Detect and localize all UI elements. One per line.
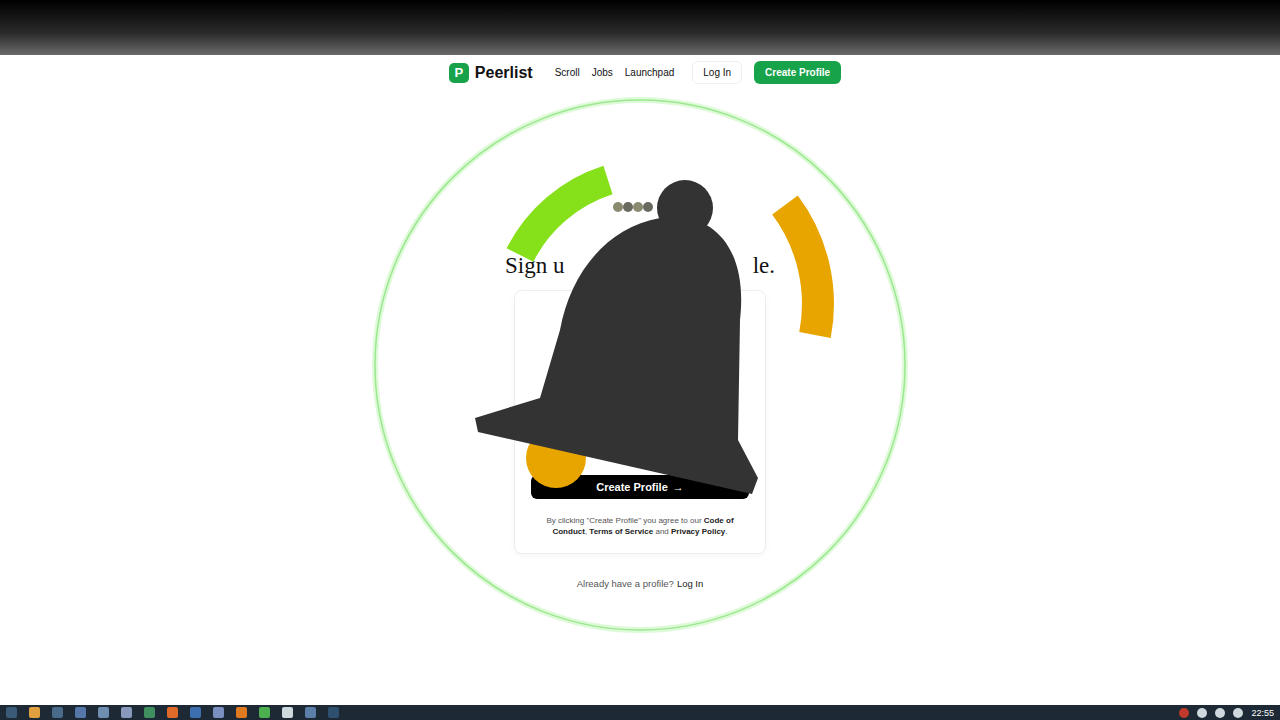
app-icon[interactable] [121, 707, 132, 718]
signup-card: Create Profile→ By clicking "Create Profi… [514, 290, 766, 554]
card-form-area [531, 307, 749, 475]
taskbar: 22:55 [0, 705, 1280, 720]
create-profile-submit[interactable]: Create Profile→ [531, 475, 749, 499]
terms-link[interactable]: Terms of Service [589, 527, 653, 536]
app-icon[interactable] [328, 707, 339, 718]
app-icon[interactable] [236, 707, 247, 718]
signup-page: P Peerlist Scroll Jobs Launchpad Log In Create… [0, 55, 1280, 705]
app-icon[interactable] [190, 707, 201, 718]
app-icon[interactable] [259, 707, 270, 718]
app-icon[interactable] [75, 707, 86, 718]
heading-end: le. [753, 252, 775, 280]
app-icon[interactable] [98, 707, 109, 718]
nav-link[interactable]: Jobs [592, 67, 613, 78]
app-icon[interactable] [305, 707, 316, 718]
app-icon[interactable] [213, 707, 224, 718]
nav-link[interactable]: Scroll [555, 67, 580, 78]
app-icon[interactable] [282, 707, 293, 718]
terms-segment: , [585, 527, 589, 536]
arrow-icon: → [673, 481, 684, 493]
nav-link[interactable]: Launchpad [625, 67, 675, 78]
terms-link[interactable]: Privacy Policy [671, 527, 725, 536]
ring-glow [375, 100, 905, 630]
logo-mark: P [449, 63, 469, 83]
terms-segment: and [653, 527, 671, 536]
app-icon[interactable] [144, 707, 155, 718]
screen: P Peerlist Scroll Jobs Launchpad Log In Create… [0, 0, 1280, 720]
app-icon[interactable] [6, 707, 17, 718]
terms-text: By clicking "Create Profile" you agree t… [531, 515, 749, 537]
terms-segment: By clicking "Create Profile" you agree t… [546, 516, 703, 525]
login-button[interactable]: Log In [692, 61, 742, 84]
signup-heading: Sign u le. [505, 252, 775, 280]
tray-icon[interactable] [1215, 708, 1225, 718]
app-icon[interactable] [167, 707, 178, 718]
app-icon[interactable] [52, 707, 63, 718]
app-icon[interactable] [29, 707, 40, 718]
notification-bell-overlay [0, 0, 1280, 720]
bell-icon [475, 180, 758, 494]
brand-logo[interactable]: P Peerlist [449, 63, 533, 83]
video-top-bar [0, 0, 1280, 55]
tray-icon[interactable] [1233, 708, 1243, 718]
login-link[interactable]: Log In [677, 578, 703, 589]
tray-icon[interactable] [1179, 708, 1189, 718]
tray-icon[interactable] [1197, 708, 1207, 718]
taskbar-clock: 22:55 [1251, 708, 1274, 718]
login-prompt: Already have a profile?Log In [577, 578, 704, 589]
heading-start: Sign u [505, 252, 564, 280]
terms-segment: . [725, 527, 727, 536]
ring [375, 100, 905, 630]
site-nav: P Peerlist Scroll Jobs Launchpad Log In Create… [449, 55, 841, 84]
brand-name: Peerlist [475, 64, 533, 82]
orange-arc-icon [785, 205, 818, 335]
create-profile-button[interactable]: Create Profile [754, 61, 841, 84]
green-arc-icon [520, 180, 608, 255]
